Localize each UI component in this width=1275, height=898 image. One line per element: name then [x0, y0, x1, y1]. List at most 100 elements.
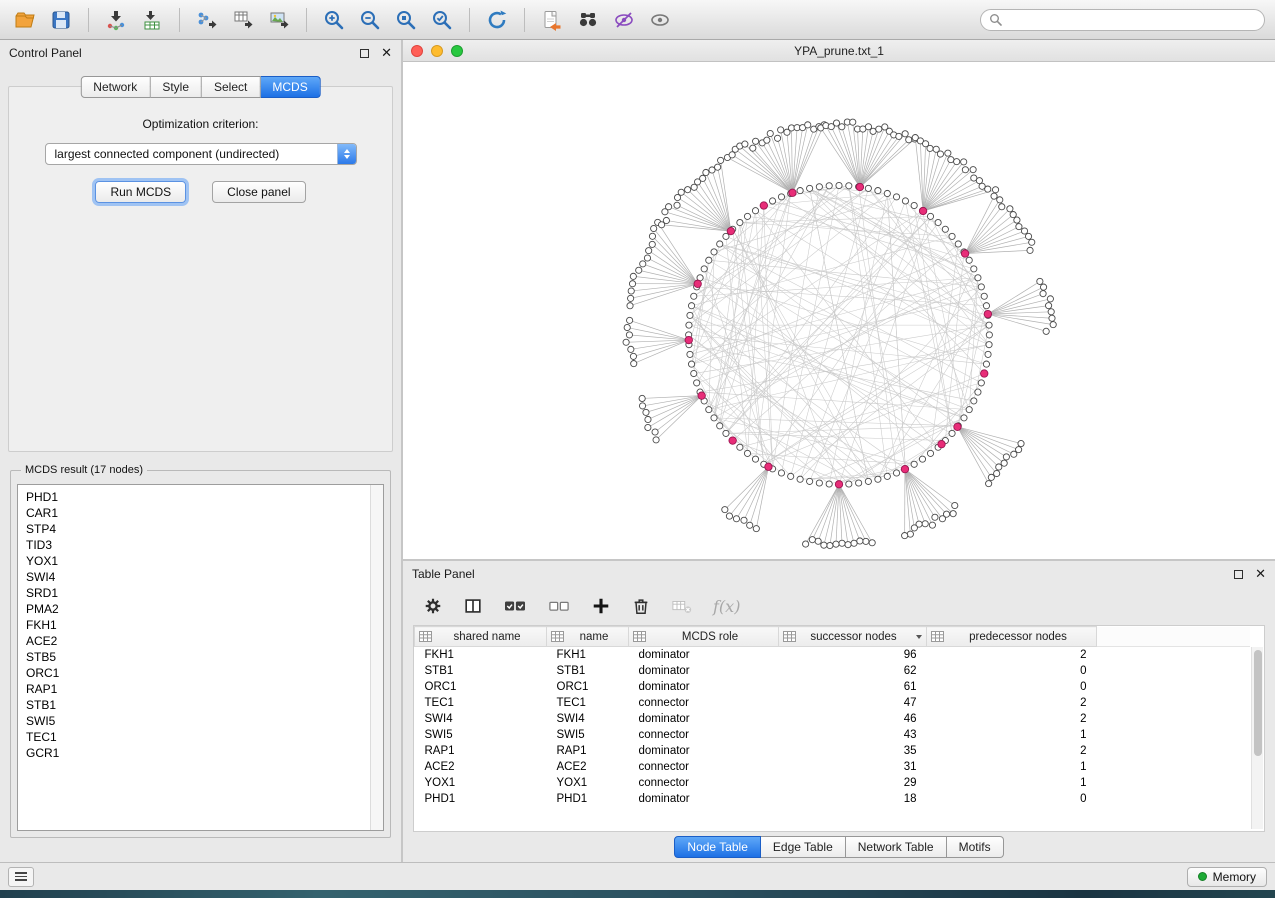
col-header-successor-nodes[interactable]: successor nodes [779, 627, 927, 647]
hide-analysis-button[interactable] [609, 5, 639, 35]
mcds-result-item[interactable]: STB1 [26, 697, 365, 713]
select-all-button[interactable] [503, 596, 527, 616]
table-row[interactable]: YOX1YOX1connector291 [415, 775, 1251, 791]
mcds-result-item[interactable]: SRD1 [26, 585, 365, 601]
search-box[interactable] [980, 9, 1265, 31]
tab-edge-table[interactable]: Edge Table [761, 836, 846, 858]
cell-role[interactable]: dominator [629, 743, 779, 759]
cell-succ[interactable]: 35 [779, 743, 927, 759]
zoom-fit-button[interactable] [391, 5, 421, 35]
mcds-result-item[interactable]: YOX1 [26, 553, 365, 569]
tab-node-table[interactable]: Node Table [674, 836, 761, 858]
add-column-button[interactable] [591, 596, 611, 616]
cell-role[interactable]: dominator [629, 791, 779, 807]
cell-role[interactable]: dominator [629, 711, 779, 727]
show-analysis-button[interactable] [645, 5, 675, 35]
table-scrollbar[interactable] [1251, 647, 1263, 829]
delete-column-button[interactable] [631, 596, 651, 616]
network-graph[interactable] [403, 62, 1275, 559]
save-session-button[interactable] [46, 5, 76, 35]
col-header-name[interactable]: name [547, 627, 629, 647]
mcds-result-item[interactable]: GCR1 [26, 745, 365, 761]
mcds-result-item[interactable]: ORC1 [26, 665, 365, 681]
mcds-result-item[interactable]: STB5 [26, 649, 365, 665]
cell-name[interactable]: PHD1 [547, 791, 629, 807]
table-row[interactable]: FKH1FKH1dominator962 [415, 647, 1251, 663]
cell-pred[interactable]: 0 [927, 663, 1097, 679]
network-nodes[interactable] [623, 119, 1056, 549]
cell-name[interactable]: ORC1 [547, 679, 629, 695]
table-scrollbar-thumb[interactable] [1254, 650, 1262, 756]
open-session-button[interactable] [10, 5, 40, 35]
close-table-panel-icon[interactable]: ✕ [1255, 568, 1266, 581]
mcds-result-list[interactable]: PHD1CAR1STP4TID3YOX1SWI4SRD1PMA2FKH1ACE2… [17, 484, 384, 831]
table-row[interactable]: RAP1RAP1dominator352 [415, 743, 1251, 759]
deselect-all-button[interactable] [547, 596, 571, 616]
cell-shared_name[interactable]: ORC1 [415, 679, 547, 695]
cell-role[interactable]: dominator [629, 647, 779, 663]
cell-role[interactable]: dominator [629, 663, 779, 679]
cell-name[interactable]: ACE2 [547, 759, 629, 775]
cell-name[interactable]: SWI5 [547, 727, 629, 743]
share-document-button[interactable] [537, 5, 567, 35]
cell-shared_name[interactable]: SWI5 [415, 727, 547, 743]
mcds-result-item[interactable]: ACE2 [26, 633, 365, 649]
cell-name[interactable]: RAP1 [547, 743, 629, 759]
cell-name[interactable]: FKH1 [547, 647, 629, 663]
cell-name[interactable]: STB1 [547, 663, 629, 679]
network-canvas[interactable] [403, 62, 1275, 559]
cell-name[interactable]: SWI4 [547, 711, 629, 727]
export-image-button[interactable] [264, 5, 294, 35]
cell-succ[interactable]: 47 [779, 695, 927, 711]
col-header-shared-name[interactable]: shared name [415, 627, 547, 647]
result-list-scrollbar[interactable] [370, 485, 383, 830]
cell-role[interactable]: connector [629, 759, 779, 775]
cell-name[interactable]: TEC1 [547, 695, 629, 711]
tab-mcds[interactable]: MCDS [260, 76, 320, 98]
zoom-out-button[interactable] [355, 5, 385, 35]
table-row[interactable]: ACE2ACE2connector311 [415, 759, 1251, 775]
mcds-result-item[interactable]: SWI4 [26, 569, 365, 585]
cell-role[interactable]: connector [629, 775, 779, 791]
table-row[interactable]: TEC1TEC1connector472 [415, 695, 1251, 711]
mcds-result-item[interactable]: SWI5 [26, 713, 365, 729]
tab-network-table[interactable]: Network Table [846, 836, 947, 858]
cell-name[interactable]: YOX1 [547, 775, 629, 791]
cell-pred[interactable]: 2 [927, 647, 1097, 663]
mcds-result-item[interactable]: PHD1 [26, 489, 365, 505]
cell-role[interactable]: dominator [629, 679, 779, 695]
tab-select[interactable]: Select [202, 76, 260, 98]
mcds-result-item[interactable]: STP4 [26, 521, 365, 537]
mcds-result-item[interactable]: TID3 [26, 537, 365, 553]
cell-pred[interactable]: 1 [927, 727, 1097, 743]
cell-pred[interactable]: 2 [927, 743, 1097, 759]
cell-role[interactable]: connector [629, 727, 779, 743]
cell-succ[interactable]: 31 [779, 759, 927, 775]
cell-shared_name[interactable]: FKH1 [415, 647, 547, 663]
mcds-result-item[interactable]: RAP1 [26, 681, 365, 697]
close-panel-icon[interactable]: ✕ [381, 47, 392, 60]
cell-shared_name[interactable]: ACE2 [415, 759, 547, 775]
cell-succ[interactable]: 62 [779, 663, 927, 679]
cell-succ[interactable]: 61 [779, 679, 927, 695]
table-row[interactable]: PHD1PHD1dominator180 [415, 791, 1251, 807]
import-network-button[interactable] [101, 5, 131, 35]
float-table-panel-icon[interactable] [1234, 570, 1243, 579]
cell-pred[interactable]: 1 [927, 775, 1097, 791]
tab-motifs[interactable]: Motifs [947, 836, 1004, 858]
zoom-in-button[interactable] [319, 5, 349, 35]
col-header-mcds-role[interactable]: MCDS role [629, 627, 779, 647]
cell-pred[interactable]: 1 [927, 759, 1097, 775]
cell-pred[interactable]: 2 [927, 695, 1097, 711]
cell-shared_name[interactable]: TEC1 [415, 695, 547, 711]
mcds-result-item[interactable]: PMA2 [26, 601, 365, 617]
cell-shared_name[interactable]: SWI4 [415, 711, 547, 727]
table-row[interactable]: SWI4SWI4dominator462 [415, 711, 1251, 727]
cell-succ[interactable]: 43 [779, 727, 927, 743]
table-settings-button[interactable] [423, 596, 443, 616]
import-table-button[interactable] [137, 5, 167, 35]
cell-pred[interactable]: 0 [927, 791, 1097, 807]
criterion-select[interactable]: largest connected component (undirected) [45, 143, 357, 165]
cell-shared_name[interactable]: STB1 [415, 663, 547, 679]
float-panel-icon[interactable] [360, 49, 369, 58]
